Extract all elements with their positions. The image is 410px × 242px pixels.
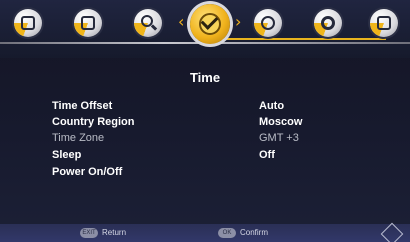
menu-item-label: Power On/Off	[52, 166, 123, 178]
menu-item-label: Sleep	[52, 149, 82, 161]
ok-key-icon: OK	[218, 228, 236, 238]
tv-menu-screen: ‹ › Time Time Offset Auto Country Region…	[0, 0, 410, 242]
menu-item-value: Moscow	[259, 116, 303, 128]
nav-left-chevron-icon[interactable]: ‹	[178, 14, 184, 30]
top-nav-bar: ‹ ›	[0, 0, 410, 58]
menu-item-time-zone[interactable]: Time Zone GMT +3	[52, 132, 372, 146]
menu-item-label: Time Zone	[52, 132, 105, 144]
nav-accent-line	[196, 38, 386, 40]
menu-item-country-region[interactable]: Country Region Moscow	[52, 116, 372, 130]
nav-right-chevron-icon[interactable]: ›	[235, 14, 241, 30]
channel-icon[interactable]	[254, 9, 282, 37]
bottom-hint-bar: EXIT Return OK Confirm	[0, 224, 410, 242]
menu-item-value: Off	[259, 149, 275, 161]
exit-key-icon: EXIT	[80, 228, 98, 238]
menu-item-label: Country Region	[52, 116, 135, 128]
search-icon[interactable]	[134, 9, 162, 37]
menu-item-value: Auto	[259, 100, 285, 112]
menu-item-sleep[interactable]: Sleep Off	[52, 149, 372, 163]
image-icon[interactable]	[74, 9, 102, 37]
menu-item-time-offset[interactable]: Time Offset Auto	[52, 100, 372, 114]
settings-gear-icon[interactable]	[314, 9, 342, 37]
lock-icon[interactable]	[370, 9, 398, 37]
menu-item-label: Time Offset	[52, 100, 113, 112]
picture-icon[interactable]	[14, 9, 42, 37]
menu-item-value: GMT +3	[259, 132, 299, 144]
clock-icon[interactable]	[190, 4, 230, 44]
menu-item-power-on-off[interactable]: Power On/Off	[52, 166, 372, 180]
return-hint: Return	[102, 228, 127, 237]
page-title: Time	[189, 70, 221, 85]
confirm-hint: Confirm	[240, 228, 269, 237]
